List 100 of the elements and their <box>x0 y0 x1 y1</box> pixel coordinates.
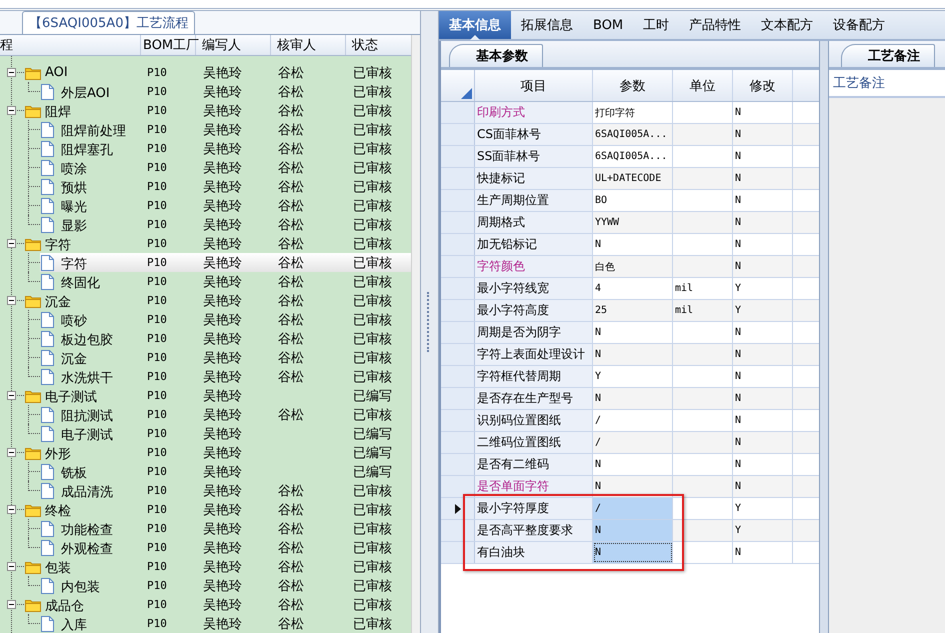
table-cell[interactable]: Y <box>593 366 673 387</box>
splitter-handle[interactable] <box>420 11 439 633</box>
collapse-toggle[interactable] <box>7 391 16 400</box>
column-header[interactable]: 编写人 <box>196 35 271 55</box>
tree-item[interactable]: 显影 <box>61 217 87 235</box>
column-header[interactable]: 核审人 <box>271 35 346 55</box>
tree-item[interactable]: 终固化 <box>61 274 100 292</box>
table-cell[interactable]: 6SAQI005A... <box>593 124 673 145</box>
tree-item[interactable]: 字符 <box>61 255 87 273</box>
table-row[interactable]: 有白油块 N N <box>441 542 819 564</box>
collapse-toggle[interactable] <box>7 448 16 457</box>
tab[interactable]: 文本配方 <box>751 11 824 39</box>
tree-item[interactable]: 沉金 <box>45 293 71 311</box>
table-cell[interactable]: UL+DATECODE <box>593 168 673 189</box>
flow-tab[interactable]: 【6SAQI005A0】工艺流程 <box>22 11 196 34</box>
tree-item[interactable]: 沉金 <box>61 350 87 368</box>
collapse-toggle[interactable] <box>7 68 16 77</box>
tree-item[interactable]: 成品仓 <box>45 597 84 615</box>
collapse-toggle[interactable] <box>7 600 16 609</box>
table-cell[interactable]: 打印字符 <box>593 102 673 123</box>
row-header[interactable] <box>441 498 475 519</box>
scrollbar[interactable] <box>411 35 420 633</box>
params-tab[interactable]: 基本参数 <box>449 44 543 67</box>
tab[interactable]: 产品特性 <box>679 11 752 39</box>
table-cell[interactable]: 25 <box>593 300 673 321</box>
table-row[interactable]: 周期格式 YYWW N <box>441 212 819 234</box>
table-row[interactable]: 字符上表面处理设计 N N <box>441 344 819 366</box>
splitter-handle[interactable] <box>819 41 829 633</box>
tree-item[interactable]: 阻焊前处理 <box>61 122 126 140</box>
tree-item[interactable]: 阻焊 <box>45 103 71 121</box>
table-cell: N <box>733 102 793 123</box>
table-cell[interactable]: N <box>593 542 673 563</box>
tree-item[interactable]: 阻焊塞孔 <box>61 141 113 159</box>
table-cell[interactable]: N <box>593 234 673 255</box>
tab[interactable]: 设备配方 <box>823 11 896 39</box>
collapse-toggle[interactable] <box>7 562 16 571</box>
tree-item[interactable]: 阻抗测试 <box>61 407 113 425</box>
tree-item[interactable]: 成品清洗 <box>61 483 113 501</box>
table-cell[interactable]: / <box>593 410 673 431</box>
table-cell-text: 已审核 <box>353 274 392 290</box>
tree-item[interactable]: 板边包胶 <box>61 331 113 349</box>
tree-item[interactable]: 电子测试 <box>61 426 113 444</box>
tree-item[interactable]: 喷涂 <box>61 160 87 178</box>
table-cell[interactable]: N <box>593 322 673 343</box>
column-header[interactable]: BOM工厂 <box>141 35 196 55</box>
tree-item[interactable]: 曝光 <box>61 198 87 216</box>
table-row[interactable]: 是否存在生产型号 N N <box>441 388 819 410</box>
tree-item[interactable]: 包装 <box>45 559 71 577</box>
tab[interactable]: 拓展信息 <box>511 11 583 39</box>
tree-item[interactable]: 喷砂 <box>61 312 87 330</box>
collapse-toggle[interactable] <box>7 505 16 514</box>
table-cell[interactable]: N <box>593 388 673 409</box>
tree-item[interactable]: 内包装 <box>61 578 100 596</box>
column-header[interactable]: 参数 <box>593 70 673 101</box>
table-row[interactable]: 印刷方式 打印字符 N <box>441 102 819 124</box>
table-row[interactable]: 最小字符高度 25 mil Y <box>441 300 819 322</box>
tree-item[interactable]: 外形 <box>45 445 71 463</box>
tree-item[interactable]: 外观检查 <box>61 540 113 558</box>
column-header[interactable]: 单位 <box>673 70 733 101</box>
table-row[interactable]: 是否高平整度要求 N Y <box>441 520 819 542</box>
column-header[interactable]: 程 <box>0 35 141 55</box>
tree-item[interactable]: 终检 <box>45 502 71 520</box>
tree-item[interactable]: 入库 <box>61 616 87 633</box>
tree-item[interactable]: 铣板 <box>61 464 87 482</box>
table-cell[interactable]: BO <box>593 190 673 211</box>
collapse-toggle[interactable] <box>7 296 16 305</box>
table-row[interactable]: 是否单面字符 N N <box>441 476 819 498</box>
table-row[interactable]: 最小字符厚度 / Y <box>441 498 819 520</box>
table-cell[interactable]: 白色 <box>593 256 673 277</box>
tab[interactable]: 基本信息 <box>439 11 511 39</box>
notes-tab[interactable]: 工艺备注 <box>841 44 935 67</box>
table-cell[interactable]: 6SAQI005A... <box>593 146 673 167</box>
tree-item[interactable]: AOI <box>45 65 68 80</box>
tree-item[interactable]: 电子测试 <box>45 388 97 406</box>
tab[interactable]: BOM <box>583 11 634 39</box>
table-cell[interactable]: N <box>593 476 673 497</box>
table-cell: P10 <box>147 446 167 459</box>
tree-item[interactable]: 功能检查 <box>61 521 113 539</box>
table-cell-text: 谷松 <box>278 84 304 100</box>
tab[interactable]: 工时 <box>633 11 680 39</box>
column-header[interactable]: 修改 <box>733 70 793 101</box>
table-cell[interactable]: N <box>593 454 673 475</box>
table-row[interactable]: 字符颜色 白色 N <box>441 256 819 278</box>
collapse-toggle[interactable] <box>7 239 16 248</box>
collapse-toggle[interactable] <box>7 106 16 115</box>
table-cell[interactable]: YYWW <box>593 212 673 233</box>
table-cell[interactable]: N <box>593 344 673 365</box>
table-row[interactable]: CS面菲林号 6SAQI005A... N <box>441 124 819 146</box>
table-cell[interactable]: N <box>593 520 673 541</box>
tree-item[interactable]: 水洗烘干 <box>61 369 113 387</box>
tree-item[interactable]: 外层AOI <box>61 84 110 102</box>
column-header[interactable]: 项目 <box>475 70 593 101</box>
table-cell[interactable]: 4 <box>593 278 673 299</box>
table-cell[interactable]: / <box>593 432 673 453</box>
table-cell[interactable]: / <box>593 498 673 519</box>
tree-item[interactable]: 预烘 <box>61 179 87 197</box>
table-row[interactable]: 二维码位置图纸 / N <box>441 432 819 454</box>
table-row[interactable]: 快捷标记 UL+DATECODE N <box>441 168 819 190</box>
tree-item[interactable]: 字符 <box>45 236 71 254</box>
table-cell-text: 吴艳玲 <box>203 520 242 538</box>
